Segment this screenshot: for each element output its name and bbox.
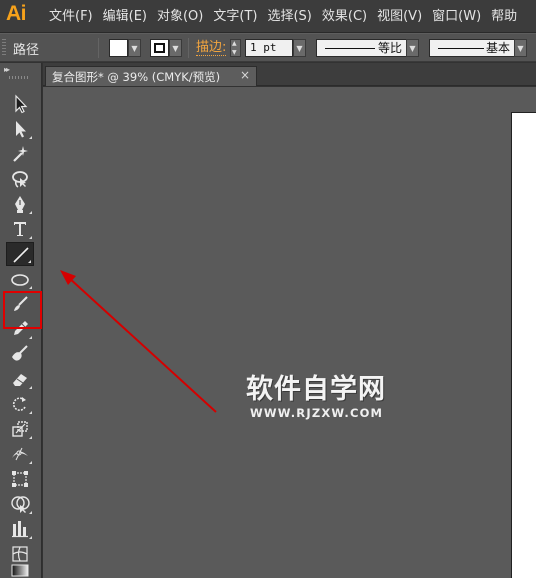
annotation-arrow bbox=[60, 270, 217, 413]
watermark-url: WWW.RJZXW.COM bbox=[250, 406, 384, 420]
annotation-arrow-shaft bbox=[67, 276, 217, 413]
watermark-title: 软件自学网 bbox=[246, 374, 386, 405]
watermark: 软件自学网 WWW.RJZXW.COM bbox=[246, 374, 386, 421]
